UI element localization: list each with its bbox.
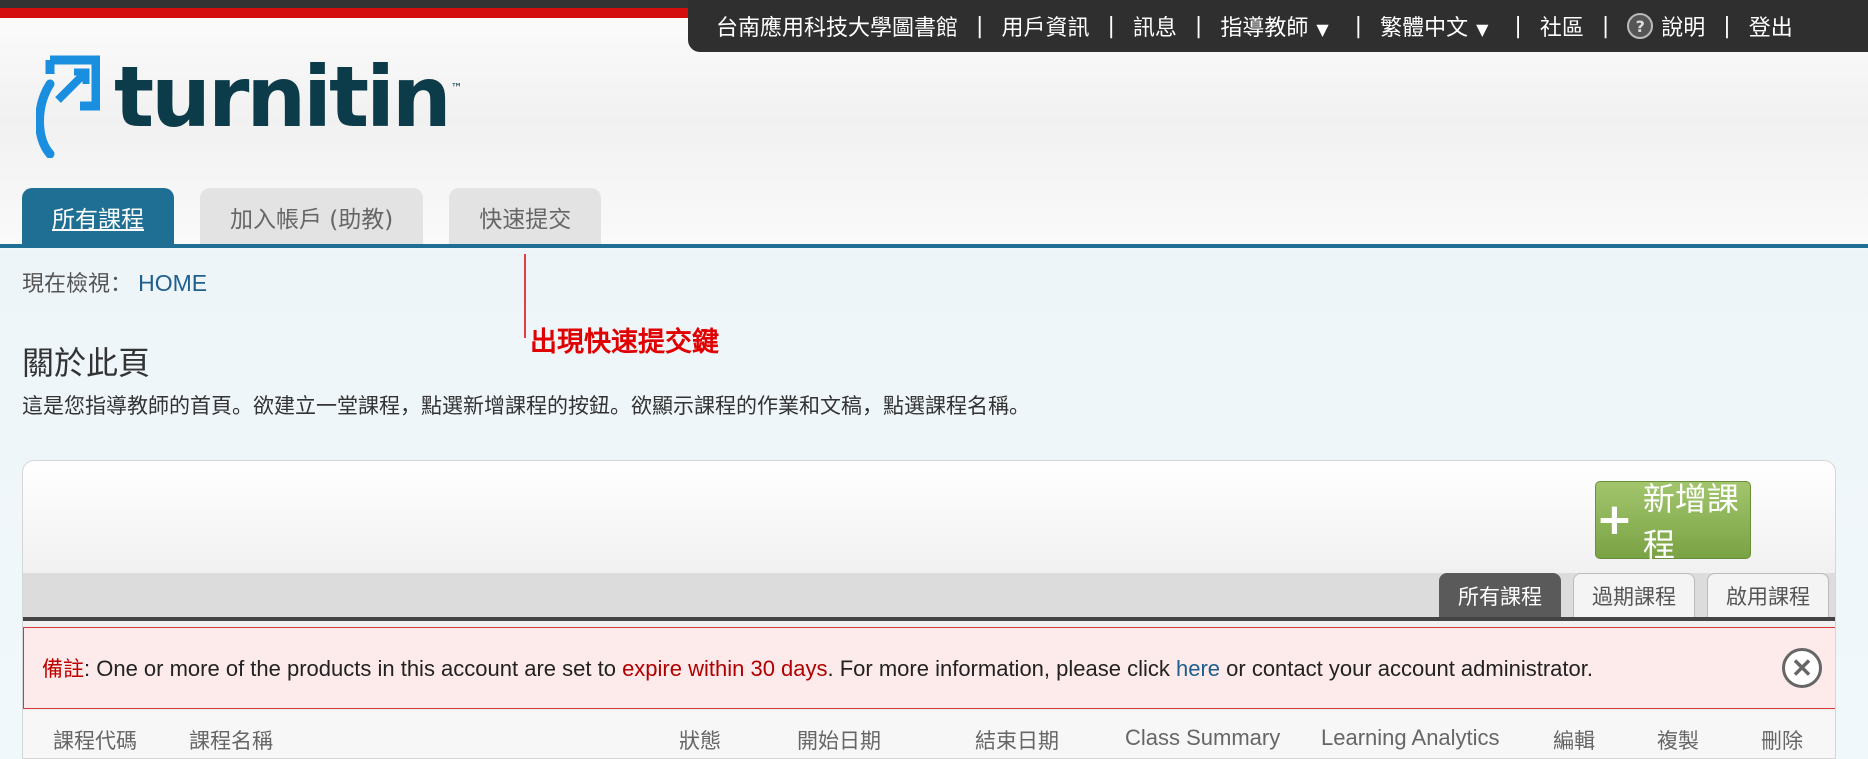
help-label: 說明 [1661, 16, 1706, 41]
course-panel: + 新增課程 所有課程 過期課程 啟用課程 備註: One or more of… [22, 460, 1836, 759]
column-header-edit: 編輯 [1553, 729, 1595, 753]
language-dropdown[interactable]: 繁體中文 ▼ [1380, 10, 1488, 42]
column-header-delete: 刪除 [1761, 729, 1803, 753]
help-link[interactable]: ? 說明 [1627, 10, 1705, 42]
user-info-link[interactable]: 用戶資訊 [1001, 10, 1089, 42]
nav-separator: | [1107, 13, 1115, 39]
caret-down-icon: ▼ [1476, 20, 1489, 39]
plus-icon: + [1596, 494, 1633, 545]
notice-label: 備註 [42, 657, 84, 681]
column-header-course-id[interactable]: 課程代碼 [53, 725, 137, 755]
tab-join-account-ta[interactable]: 加入帳戶 (助教) [200, 188, 424, 246]
logo-wordmark: turnitin ™ [114, 48, 463, 146]
tab-underline [0, 244, 1868, 248]
nav-separator: | [1354, 13, 1363, 39]
close-icon[interactable]: ✕ [1782, 648, 1822, 688]
course-filter-tabs: 所有課程 過期課程 啟用課程 [1439, 573, 1829, 617]
page-title: 關於此頁 [22, 344, 151, 382]
column-header-class-summary: Class Summary [1125, 725, 1281, 750]
breadcrumb-prefix: 現在檢視： [22, 271, 133, 296]
column-header-status[interactable]: 狀態 [679, 725, 721, 755]
messages-link[interactable]: 訊息 [1133, 10, 1177, 42]
course-table-header: 課程代碼 課程名稱 狀態 開始日期 結束日期 Class Summary Lea… [23, 711, 1835, 758]
notice-here-link[interactable]: here [1176, 656, 1220, 681]
filter-tab-all[interactable]: 所有課程 [1439, 573, 1561, 617]
add-course-label: 新增課程 [1642, 480, 1739, 564]
turnitin-logo[interactable]: turnitin ™ [36, 48, 463, 158]
column-header-end-date[interactable]: 結束日期 [975, 725, 1059, 755]
nav-separator: | [976, 13, 984, 39]
notice-text: . For more information, please click [827, 656, 1176, 681]
annotation-text: 出現快速提交鍵 [530, 327, 719, 358]
column-header-copy: 複製 [1657, 729, 1699, 753]
help-circle-icon: ? [1627, 13, 1654, 39]
role-dropdown[interactable]: 指導教師 ▼ [1220, 10, 1328, 42]
caret-down-icon: ▼ [1316, 20, 1329, 39]
column-header-start-date[interactable]: 開始日期 [797, 725, 881, 755]
breadcrumb-home[interactable]: HOME [138, 270, 207, 296]
notice-warning: expire within 30 days [622, 656, 828, 681]
tab-all-courses[interactable]: 所有課程 [22, 188, 174, 246]
nav-separator: | [1194, 13, 1203, 39]
community-link[interactable]: 社區 [1540, 10, 1584, 42]
add-course-button[interactable]: + 新增課程 [1595, 480, 1751, 564]
logout-link[interactable]: 登出 [1749, 10, 1793, 42]
tab-quick-submit[interactable]: 快速提交 [449, 188, 602, 246]
notice-text: : One or more of the products in this ac… [84, 656, 623, 681]
divider [23, 617, 1835, 621]
language-label: 繁體中文 [1380, 16, 1469, 41]
page-description: 這是您指導教師的首頁。欲建立一堂課程，點選新增課程的按鈕。欲顯示課程的作業和文稿… [22, 394, 1030, 418]
expiry-notice: 備註: One or more of the products in this … [23, 627, 1835, 709]
column-header-course-name[interactable]: 課程名稱 [189, 725, 273, 755]
notice-text: or contact your account administrator. [1220, 656, 1593, 681]
logo-text: turnitin [114, 48, 452, 146]
nav-separator: | [1723, 13, 1731, 39]
top-red-stripe [0, 8, 700, 18]
trademark-symbol: ™ [450, 81, 463, 95]
annotation-line [524, 254, 526, 338]
turnitin-logo-icon [36, 55, 100, 158]
breadcrumb: 現在檢視： HOME [22, 266, 207, 298]
main-tabs: 所有課程 加入帳戶 (助教) 快速提交 [22, 188, 602, 246]
top-navigation: 台南應用科技大學圖書館 | 用戶資訊 | 訊息 | 指導教師 ▼ | 繁體中文 ▼ … [688, 0, 1868, 52]
role-label: 指導教師 [1220, 16, 1309, 41]
filter-tab-expired[interactable]: 過期課程 [1573, 573, 1695, 617]
column-header-learning-analytics: Learning Analytics [1321, 725, 1500, 750]
nav-separator: | [1514, 13, 1522, 39]
nav-separator: | [1601, 13, 1610, 39]
filter-tab-active[interactable]: 啟用課程 [1707, 573, 1829, 617]
institution-link[interactable]: 台南應用科技大學圖書館 [716, 10, 958, 42]
